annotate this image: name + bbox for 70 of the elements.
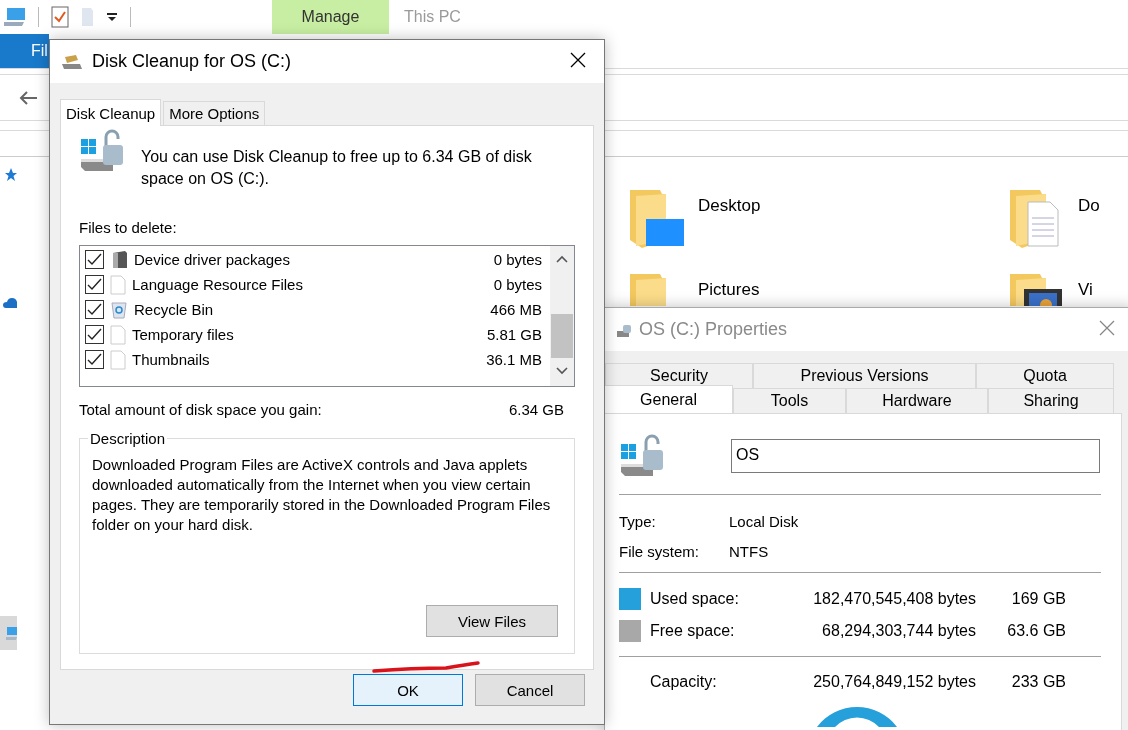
- file-icon: [110, 349, 126, 370]
- computer-icon[interactable]: [4, 7, 26, 27]
- tab[interactable]: Hardware: [846, 388, 988, 413]
- file-size: 36.1 MB: [486, 351, 542, 368]
- tab[interactable]: General: [605, 385, 733, 413]
- size-value: 233 GB: [1010, 673, 1066, 691]
- file-size: 466 MB: [490, 301, 542, 318]
- checkbox[interactable]: [85, 250, 104, 269]
- bytes-value: 250,764,849,152 bytes: [812, 673, 976, 691]
- size-value: 63.6 GB: [1006, 622, 1066, 640]
- size-value: 169 GB: [1010, 590, 1066, 608]
- tab[interactable]: Tools: [733, 388, 846, 413]
- checkbox[interactable]: [85, 275, 104, 294]
- close-icon[interactable]: [570, 51, 586, 68]
- window-title: OS (C:) Properties: [639, 319, 789, 340]
- description-text: Downloaded Program Files are ActiveX controls and Java applets downloaded automatically from the Internet when you view certain pages. They are temporarily stored in the Downloaded Program Files folder on your hard disk.: [92, 455, 552, 535]
- checkbox[interactable]: [85, 300, 104, 319]
- field-label: Free space:: [650, 622, 736, 640]
- field-label: Type:: [619, 513, 657, 530]
- folder-icon: [628, 188, 686, 250]
- tab[interactable]: Disk Cleanup: [60, 99, 162, 126]
- computer-icon: [6, 626, 17, 640]
- cloud-icon: [3, 297, 17, 309]
- field-label: File system:: [619, 543, 700, 560]
- checklist-icon[interactable]: [51, 6, 69, 28]
- recycle-bin-icon: [110, 300, 128, 319]
- file-size: 0 bytes: [493, 276, 542, 293]
- star-icon: [5, 167, 17, 181]
- file-name[interactable]: Language Resource Files: [132, 276, 488, 293]
- file-name[interactable]: Thumbnails: [132, 351, 481, 368]
- window-title: Disk Cleanup for OS (C:): [92, 51, 293, 72]
- tab[interactable]: Sharing: [988, 388, 1114, 413]
- device-icon: [110, 250, 128, 269]
- name-field[interactable]: OS: [731, 439, 1100, 473]
- folder-name[interactable]: Do: [1078, 196, 1100, 216]
- cancel-button[interactable]: Cancel: [475, 674, 585, 706]
- file-name[interactable]: Recycle Bin: [134, 301, 485, 318]
- ribbon-tab[interactable]: Manage: [272, 0, 389, 34]
- field-label: Used space:: [650, 590, 740, 608]
- checkbox[interactable]: [85, 350, 104, 369]
- files-label: Files to delete:: [79, 219, 178, 236]
- field-label: Capacity:: [650, 673, 718, 691]
- file-size: 0 bytes: [493, 251, 542, 268]
- file-icon: [110, 324, 126, 345]
- intro-text: You can use Disk Cleanup to free up to 6.34 GB of disk space on OS (C:).: [141, 147, 533, 189]
- field-value: NTFS: [729, 543, 770, 560]
- bytes-value: 182,470,545,408 bytes: [812, 590, 976, 608]
- folder-name[interactable]: Pictures: [698, 280, 760, 300]
- tab[interactable]: Quota: [976, 363, 1114, 388]
- checkbox[interactable]: [85, 325, 104, 344]
- tab[interactable]: More Options: [163, 101, 266, 125]
- total-value: 6.34 GB: [508, 401, 564, 418]
- total-label: Total amount of disk space you gain:: [79, 401, 322, 418]
- group-legend: Description: [88, 430, 168, 447]
- file-icon: [110, 274, 126, 295]
- folder-name[interactable]: Desktop: [698, 196, 761, 216]
- field-value: Local Disk: [729, 513, 800, 530]
- disk-cleanup-icon: [62, 53, 84, 70]
- file-size: 5.81 GB: [486, 326, 542, 343]
- tab[interactable]: Previous Versions: [753, 363, 976, 388]
- view-files-button[interactable]: View Files: [426, 605, 558, 637]
- file-name[interactable]: Temporary files: [132, 326, 481, 343]
- bytes-value: 68,294,303,744 bytes: [821, 622, 976, 640]
- file-tab[interactable]: Fil: [0, 34, 49, 68]
- file-name[interactable]: Device driver packages: [134, 251, 488, 268]
- back-arrow-icon[interactable]: [18, 89, 38, 106]
- ok-button[interactable]: OK: [353, 674, 463, 706]
- scrollbar[interactable]: [550, 246, 574, 386]
- dropdown-caret-icon[interactable]: [106, 12, 118, 22]
- folder-name[interactable]: Vi: [1078, 280, 1093, 300]
